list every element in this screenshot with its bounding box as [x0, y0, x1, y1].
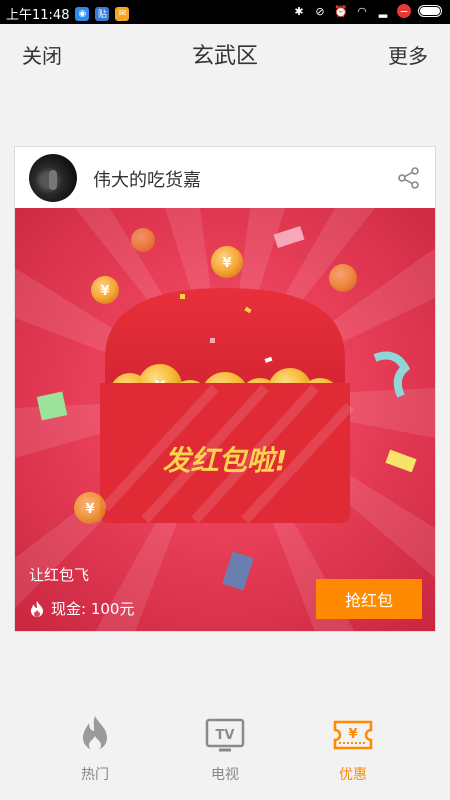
username: 伟大的吃货嘉 — [93, 170, 201, 191]
tv-icon: TV — [205, 718, 245, 752]
battery-icon — [418, 5, 442, 17]
promo-text: 让红包飞 — [29, 566, 90, 584]
cash-text: 现金: 100元 — [51, 600, 135, 618]
red-packet-card: 伟大的吃货嘉 发红包啦! ¥ ¥ ¥ 让红包飞 现金: 100元 抢红包 — [14, 146, 436, 632]
more-button[interactable]: 更多 — [388, 40, 428, 69]
tab-tv-label: 电视 — [211, 767, 239, 783]
grab-red-packet-button[interactable]: 抢红包 — [316, 579, 422, 619]
close-button[interactable]: 关闭 — [22, 40, 62, 69]
page-title: 玄武区 — [191, 44, 258, 69]
coin-yen-label: ¥ — [222, 256, 231, 271]
tab-hot[interactable]: 热门 — [40, 714, 150, 784]
coin-yen-label: ¥ — [85, 502, 94, 517]
flame-icon — [83, 716, 107, 751]
avatar[interactable] — [29, 154, 77, 202]
clock: 上午11:48 — [6, 8, 70, 23]
flame-icon — [31, 600, 43, 617]
red-packet-banner[interactable]: ¥ ¥ ¥ ¥ ¥ 发红包啦! — [15, 208, 435, 631]
tv-icon-text: TV — [216, 728, 235, 743]
tab-deals-label: 优惠 — [339, 767, 367, 783]
coupon-icon: ¥ — [333, 720, 373, 750]
status-bar: 上午11:48 ◉ 贴 ✉ ✱ ⊘ ⏰ ◠ ▂ − — [0, 0, 450, 24]
share-icon[interactable] — [397, 166, 421, 190]
card-header: 伟大的吃货嘉 — [15, 147, 435, 208]
coin-yen-label: ¥ — [100, 284, 109, 299]
tieba-app-icon: 贴 — [95, 6, 110, 21]
tab-hot-label: 热门 — [81, 767, 109, 783]
alarm-icon: ⏰ — [334, 4, 348, 18]
coupon-icon-text: ¥ — [348, 727, 357, 742]
signal-icon: ▂ — [378, 4, 388, 18]
tab-deals[interactable]: ¥ 优惠 — [298, 714, 408, 784]
top-bar: 关闭 玄武区 更多 — [0, 24, 450, 80]
mute-icon: ⊘ — [315, 4, 325, 18]
do-not-disturb-icon: − — [397, 4, 411, 18]
banner-headline: 发红包啦! — [163, 444, 288, 477]
chat-app-icon: ◉ — [75, 6, 90, 21]
shopping-app-icon: ✉ — [115, 6, 130, 21]
tab-tv[interactable]: TV 电视 — [170, 714, 280, 784]
cash-amount: 现金: 100元 — [29, 598, 134, 619]
wifi-icon: ◠ — [357, 4, 367, 18]
bottom-nav: 热门 TV 电视 ¥ 优惠 — [0, 700, 450, 800]
bluetooth-icon: ✱ — [294, 4, 304, 18]
